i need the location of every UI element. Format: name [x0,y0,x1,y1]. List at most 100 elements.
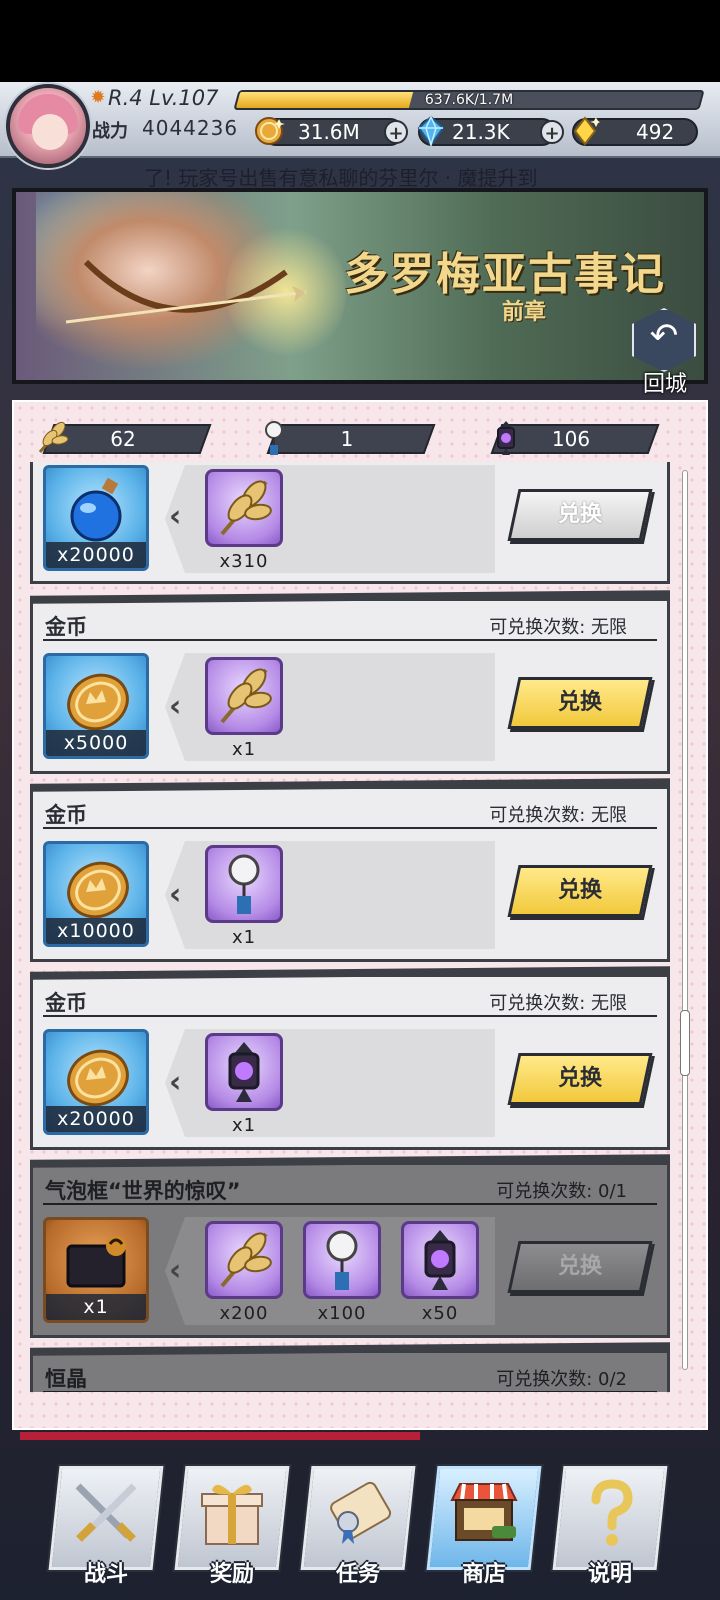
token-count-fan: 1 [340,427,354,451]
exchange-limit: 可兑换次数: 0/2 [496,1369,627,1390]
power-value: 4044236 [142,116,239,140]
cost-quantity: x50 [421,1303,459,1324]
cost-item-slot[interactable] [205,845,283,923]
exchange-card: 金币 可兑换次数: 无限 x10000 ‹ x1 兑换 [30,778,670,962]
cost-quantity: x1 [231,927,257,948]
cost-quantity: x200 [219,1303,269,1324]
blue-potion-icon [70,477,122,542]
wheat-token-icon [220,668,272,724]
cost-quantity: x1 [231,1115,257,1136]
return-to-town-label: 回城 [642,372,687,397]
item-title: 金币 [45,803,87,827]
token-count-lantern: 106 [551,427,591,451]
gold-coin-icon [67,673,129,731]
reward-slot[interactable]: x1 [43,1217,149,1323]
cost-quantity: x1 [231,739,257,760]
exchange-button[interactable]: 兑换 [507,1053,653,1105]
currency-value-gold: 31.6M [298,120,360,144]
exchange-button[interactable]: 兑换 [507,865,653,917]
exchange-limit: 可兑换次数: 无限 [489,805,627,826]
cost-item-slot[interactable] [205,1033,283,1111]
reward-slot[interactable]: x20000 [43,1029,149,1135]
card-edge [30,966,670,980]
return-arrow-icon: ↶ [649,316,679,356]
reward-quantity: x1 [46,1294,146,1320]
currency-value-crystal: 21.3K [452,120,510,144]
bow-and-arrow-icon [65,259,307,324]
reward-slot[interactable]: x20000 [43,465,149,571]
nav-label-help: 说明 [587,1562,632,1587]
reward-slot[interactable]: x5000 [43,653,149,759]
nav-label-battle: 战斗 [83,1562,128,1587]
player-level: R.4 Lv.107 [108,86,219,110]
add-gold-button[interactable]: + [384,120,408,144]
card-edge [30,1154,670,1168]
item-title: 金币 [45,615,87,639]
exchange-button[interactable]: 兑换 [507,489,653,541]
reward-quantity: x10000 [46,918,146,944]
gift-box-icon [201,1484,263,1545]
cost-item-slot[interactable] [205,469,283,547]
divider [43,1203,657,1205]
item-title: 恒晶 [45,1367,87,1391]
exchange-limit: 可兑换次数: 0/1 [496,1181,627,1202]
cost-item-slot[interactable] [401,1221,479,1299]
divider [43,1015,657,1017]
reward-quantity: x20000 [46,1106,146,1132]
exchange-button-label: 兑换 [557,1066,602,1091]
exchange-button[interactable]: 兑换 [507,1241,653,1293]
currency-value-gem: 492 [636,120,675,144]
shop-stall-icon [450,1483,518,1541]
chevron-left-icon: ‹ [169,877,182,912]
power-label: 战力 [92,121,128,142]
cost-item-slot[interactable] [303,1221,381,1299]
item-title: 气泡框“世界的惊叹” [45,1179,241,1203]
reward-slot[interactable]: x10000 [43,841,149,947]
gold-gem-icon [573,116,602,146]
cost-item-slot[interactable] [205,1221,283,1299]
exchange-card: 金币 可兑换次数: 无限 x20000 ‹ x1 兑换 [30,966,670,1150]
exchange-item-list[interactable]: x20000 ‹ x310 兑换 金币 可兑换次数: 无限 x5000 ‹ x1… [30,462,670,1392]
speech-bubble-frame-icon [66,1236,126,1288]
exp-text: 637.6K/1.7M [424,92,514,108]
exchange-button-label: 兑换 [557,690,602,715]
list-scrollbar[interactable] [682,470,688,1370]
exchange-button[interactable]: 兑换 [507,677,653,729]
announcement-ticker: 了! 玩家号出售有意私聊的芬里尔 · 魔提升到 [0,160,720,190]
card-edge [30,778,670,792]
chevron-left-icon: ‹ [169,689,182,724]
cost-item-slot[interactable] [205,657,283,735]
exchange-limit: 可兑换次数: 无限 [489,617,627,638]
gold-coin-icon [255,117,285,145]
banner-subtitle: 前章 [502,299,547,325]
divider [43,1391,657,1392]
crossed-swords-icon [75,1483,137,1542]
lantern-token-icon [424,1230,456,1290]
exchange-card-sold-out: 恒晶 可兑换次数: 0/2 [30,1342,670,1392]
reward-quantity: x5000 [46,730,146,756]
nav-label-rewards: 奖励 [209,1562,254,1587]
lantern-token-icon [228,1042,260,1102]
reward-quantity: x20000 [46,542,146,568]
exchange-button-label: 兑换 [557,1254,602,1279]
cost-quantity: x310 [219,551,269,572]
add-crystal-button[interactable]: + [540,120,564,144]
wheat-token-icon [220,1232,272,1288]
chevron-left-icon: ‹ [169,1065,182,1100]
scroll-quest-icon [330,1481,392,1544]
gold-coin-icon [67,1049,129,1107]
player-avatar[interactable] [6,84,90,168]
list-scroll-thumb[interactable] [680,1010,690,1076]
item-title: 金币 [45,991,87,1015]
divider [43,827,657,829]
banner-title: 多罗梅亚古事记 [344,249,666,300]
card-edge [30,590,670,604]
gold-coin-icon [67,861,129,919]
exchange-card-sold-out: 气泡框“世界的惊叹” 可兑换次数: 0/1 x1 ‹ x200 x100 x50… [30,1154,670,1338]
exchange-limit: 可兑换次数: 无限 [489,993,627,1014]
event-banner: 多罗梅亚古事记 前章 [12,188,708,384]
rank-badge-icon: ✹ [90,87,106,108]
nav-label-quests: 任务 [335,1562,380,1587]
avatar-face [32,114,68,150]
exchange-button-label: 兑换 [557,502,602,527]
